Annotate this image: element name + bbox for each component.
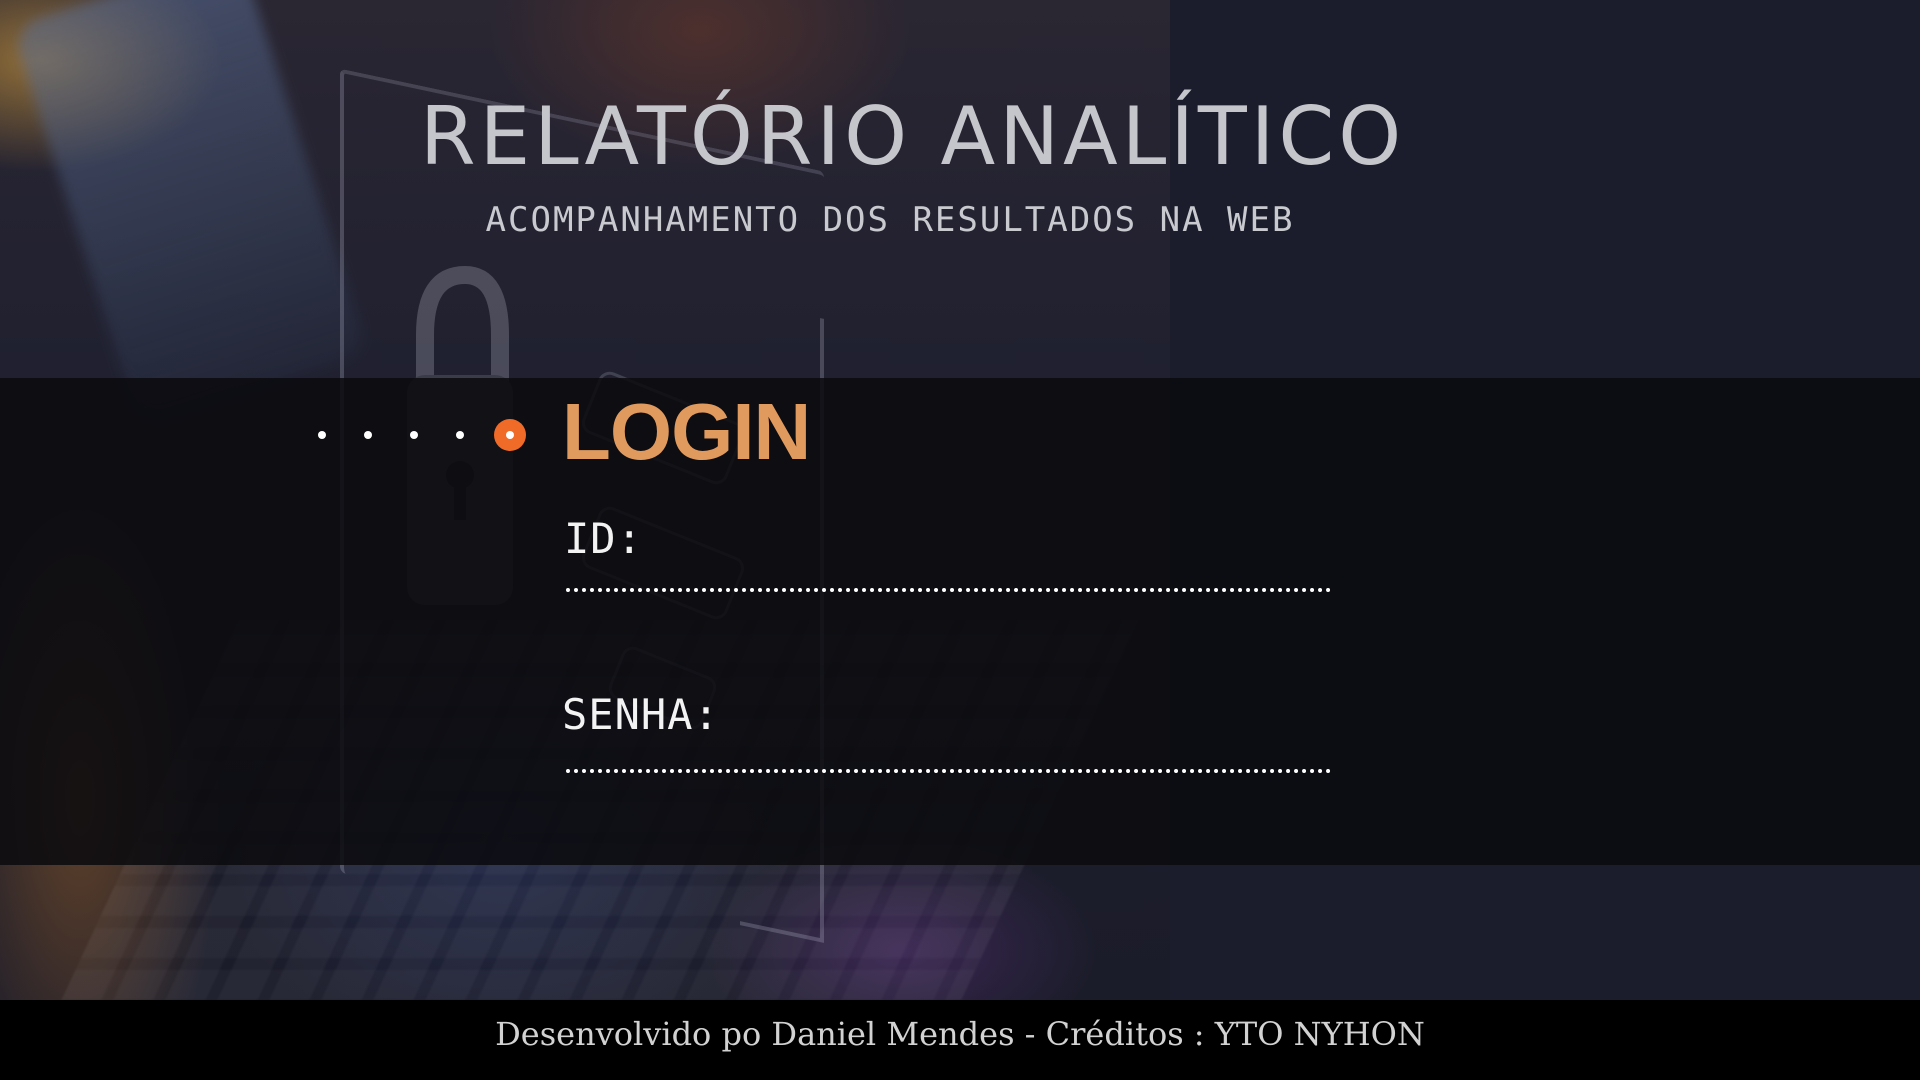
step-dot <box>410 431 418 439</box>
id-input[interactable] <box>566 548 1331 592</box>
login-panel <box>0 378 1920 865</box>
step-dot <box>318 431 326 439</box>
login-screen: RELATÓRIO ANALÍTICO ACOMPANHAMENTO DOS R… <box>0 0 1920 1080</box>
login-heading: LOGIN <box>562 387 811 476</box>
footer-credits: Desenvolvido po Daniel Mendes - Créditos… <box>495 1015 1425 1053</box>
step-indicator <box>318 414 538 454</box>
password-input[interactable] <box>566 729 1331 773</box>
step-dot <box>364 431 372 439</box>
step-dot-active <box>494 419 526 451</box>
page-subtitle: ACOMPANHAMENTO DOS RESULTADOS NA WEB <box>485 200 1295 240</box>
step-dot <box>456 431 464 439</box>
page-title: RELATÓRIO ANALÍTICO <box>420 90 1406 183</box>
